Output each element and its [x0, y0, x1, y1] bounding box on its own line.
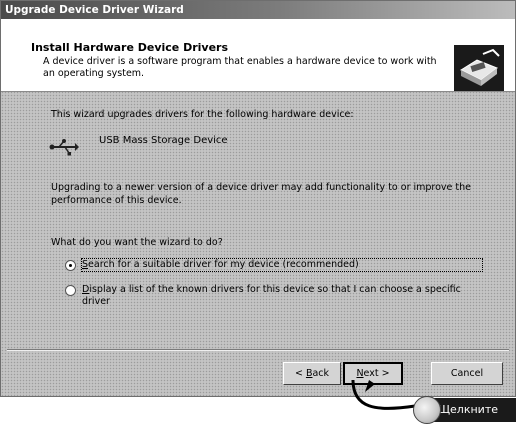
option-display-list[interactable]: Display a list of the known drivers for … [65, 284, 482, 308]
wizard-header: Install Hardware Device Drivers A device… [1, 19, 515, 92]
back-prefix: < [294, 368, 306, 379]
hardware-device-icon [454, 45, 504, 91]
wizard-window: Upgrade Device Driver Wizard Install Har… [0, 0, 516, 397]
option-search-label[interactable]: Search for a suitable driver for my devi… [81, 258, 483, 272]
option-search-driver[interactable]: Search for a suitable driver for my devi… [65, 258, 483, 272]
header-title: Install Hardware Device Drivers [31, 41, 229, 54]
header-description: A device driver is a software program th… [43, 56, 437, 79]
usb-icon [49, 139, 79, 156]
question-text: What do you want the wizard to do? [51, 237, 223, 248]
back-rest: ack [312, 368, 330, 379]
upgrade-info-text: Upgrading to a newer version of a device… [51, 182, 472, 206]
title-bar: Upgrade Device Driver Wizard [1, 1, 515, 19]
intro-text: This wizard upgrades drivers for the fol… [51, 109, 354, 120]
option-search-text: earch for a suitable driver for my devic… [88, 259, 359, 270]
option-display-label[interactable]: Display a list of the known drivers for … [82, 284, 482, 308]
back-button[interactable]: < Back [283, 362, 341, 385]
button-separator [7, 349, 509, 351]
device-name: USB Mass Storage Device [99, 135, 228, 146]
mouse-click-icon [413, 396, 441, 424]
radio-search-driver[interactable] [65, 260, 76, 271]
radio-display-list[interactable] [65, 285, 76, 296]
option-display-text: isplay a list of the known drivers for t… [82, 284, 461, 307]
